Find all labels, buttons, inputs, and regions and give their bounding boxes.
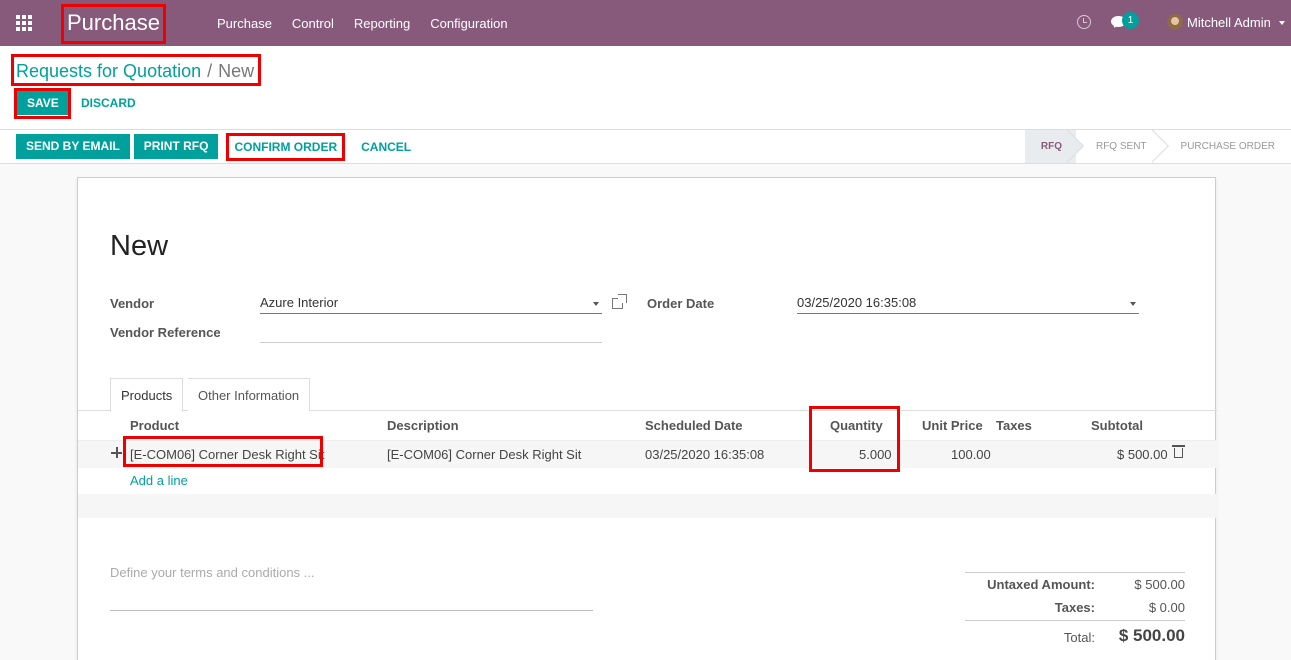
tab-other-information[interactable]: Other Information: [188, 378, 311, 411]
user-menu[interactable]: Mitchell Admin: [1187, 0, 1271, 46]
stage-rfq-sent[interactable]: RFQ SENT: [1076, 130, 1161, 163]
chevron-down-icon[interactable]: [1130, 302, 1136, 306]
column-scheduled-date[interactable]: Scheduled Date: [645, 418, 743, 433]
menu-item-purchase[interactable]: Purchase: [217, 16, 272, 31]
table-footer: [78, 494, 1217, 518]
chevron-down-icon[interactable]: [1279, 21, 1285, 25]
drag-handle-icon[interactable]: [111, 447, 122, 458]
menu-item-control[interactable]: Control: [292, 16, 334, 31]
breadcrumb: Requests for Quotation / New: [16, 60, 254, 82]
main-menu: Purchase Control Reporting Configuration: [217, 0, 528, 46]
order-date-label: Order Date: [647, 296, 715, 311]
vendor-value: Azure Interior: [260, 295, 339, 310]
vendor-label: Vendor: [110, 296, 155, 311]
column-taxes[interactable]: Taxes: [996, 418, 1032, 433]
cell-description[interactable]: [E-COM06] Corner Desk Right Sit: [387, 447, 581, 462]
order-date-value: 03/25/2020 16:35:08: [797, 295, 917, 310]
external-link-icon[interactable]: [612, 294, 627, 309]
stage-rfq[interactable]: RFQ: [1024, 130, 1076, 163]
untaxed-amount-value: $ 500.00: [1134, 577, 1185, 592]
save-button[interactable]: SAVE: [17, 91, 69, 115]
cancel-button[interactable]: CANCEL: [353, 135, 419, 159]
form-sheet: New Vendor Azure Interior Vendor Referen…: [77, 177, 1217, 660]
menu-item-reporting[interactable]: Reporting: [354, 16, 410, 31]
total-row: Total: $ 500.00: [965, 620, 1185, 650]
clock-icon[interactable]: [1077, 15, 1091, 29]
top-navbar: Purchase Purchase Control Reporting Conf…: [0, 0, 1291, 46]
column-quantity[interactable]: Quantity: [830, 418, 883, 433]
menu-item-configuration[interactable]: Configuration: [430, 16, 507, 31]
stage-pipeline: RFQ RFQ SENT PURCHASE ORDER: [1024, 130, 1291, 163]
vendor-reference-label: Vendor Reference: [110, 325, 221, 340]
confirm-order-button[interactable]: CONFIRM ORDER: [226, 135, 345, 159]
avatar[interactable]: [1167, 14, 1183, 30]
taxes-label: Taxes:: [1054, 600, 1095, 615]
cell-scheduled-date[interactable]: 03/25/2020 16:35:08: [645, 447, 764, 462]
trash-icon[interactable]: [1172, 445, 1185, 458]
apps-icon[interactable]: [16, 15, 34, 31]
untaxed-amount-row: Untaxed Amount: $ 500.00: [965, 572, 1185, 596]
column-subtotal[interactable]: Subtotal: [1091, 418, 1143, 433]
breadcrumb-separator: /: [207, 61, 213, 81]
cell-subtotal: $ 500.00: [1117, 447, 1168, 462]
record-title: New: [110, 230, 169, 262]
print-rfq-button[interactable]: PRINT RFQ: [133, 134, 219, 159]
status-bar: SEND BY EMAIL PRINT RFQ CONFIRM ORDER CA…: [0, 130, 1291, 164]
order-lines-header: Product Description Scheduled Date Quant…: [78, 412, 1217, 440]
send-by-email-button[interactable]: SEND BY EMAIL: [16, 134, 130, 159]
chat-count-badge[interactable]: 1: [1122, 12, 1139, 29]
total-value: $ 500.00: [1118, 626, 1185, 645]
cell-unit-price[interactable]: 100.00: [951, 447, 991, 462]
breadcrumb-parent[interactable]: Requests for Quotation: [16, 61, 201, 81]
untaxed-amount-label: Untaxed Amount:: [987, 577, 1095, 592]
column-unit-price[interactable]: Unit Price: [922, 418, 983, 433]
total-label: Total:: [1063, 630, 1095, 645]
taxes-row: Taxes: $ 0.00: [965, 596, 1185, 620]
breadcrumb-current: New: [218, 61, 255, 81]
column-product[interactable]: Product: [130, 418, 179, 433]
vendor-field[interactable]: Azure Interior: [260, 294, 602, 314]
terms-input[interactable]: Define your terms and conditions ...: [110, 565, 593, 611]
vendor-reference-field[interactable]: [260, 323, 602, 343]
stage-purchase-order[interactable]: PURCHASE ORDER: [1161, 130, 1291, 163]
column-description[interactable]: Description: [387, 418, 459, 433]
tab-products[interactable]: Products: [110, 378, 184, 412]
add-a-line-link[interactable]: Add a line: [130, 473, 188, 488]
order-date-field[interactable]: 03/25/2020 16:35:08: [797, 294, 1139, 314]
taxes-value: $ 0.00: [1148, 600, 1185, 615]
table-row[interactable]: [E-COM06] Corner Desk Right Sit [E-COM06…: [78, 440, 1217, 468]
chevron-down-icon[interactable]: [593, 302, 599, 306]
discard-button[interactable]: DISCARD: [73, 91, 144, 115]
cell-quantity[interactable]: 5.000: [859, 447, 892, 462]
cell-product[interactable]: [E-COM06] Corner Desk Right Sit: [130, 447, 324, 462]
action-buttons: SEND BY EMAIL PRINT RFQ CONFIRM ORDER CA…: [16, 134, 419, 159]
totals-panel: Untaxed Amount: $ 500.00 Taxes: $ 0.00 T…: [965, 572, 1185, 650]
control-panel: Requests for Quotation / New SAVE DISCARD: [0, 46, 1291, 130]
notebook-tabs: Products Other Information: [78, 378, 1217, 412]
app-name[interactable]: Purchase: [67, 9, 160, 37]
